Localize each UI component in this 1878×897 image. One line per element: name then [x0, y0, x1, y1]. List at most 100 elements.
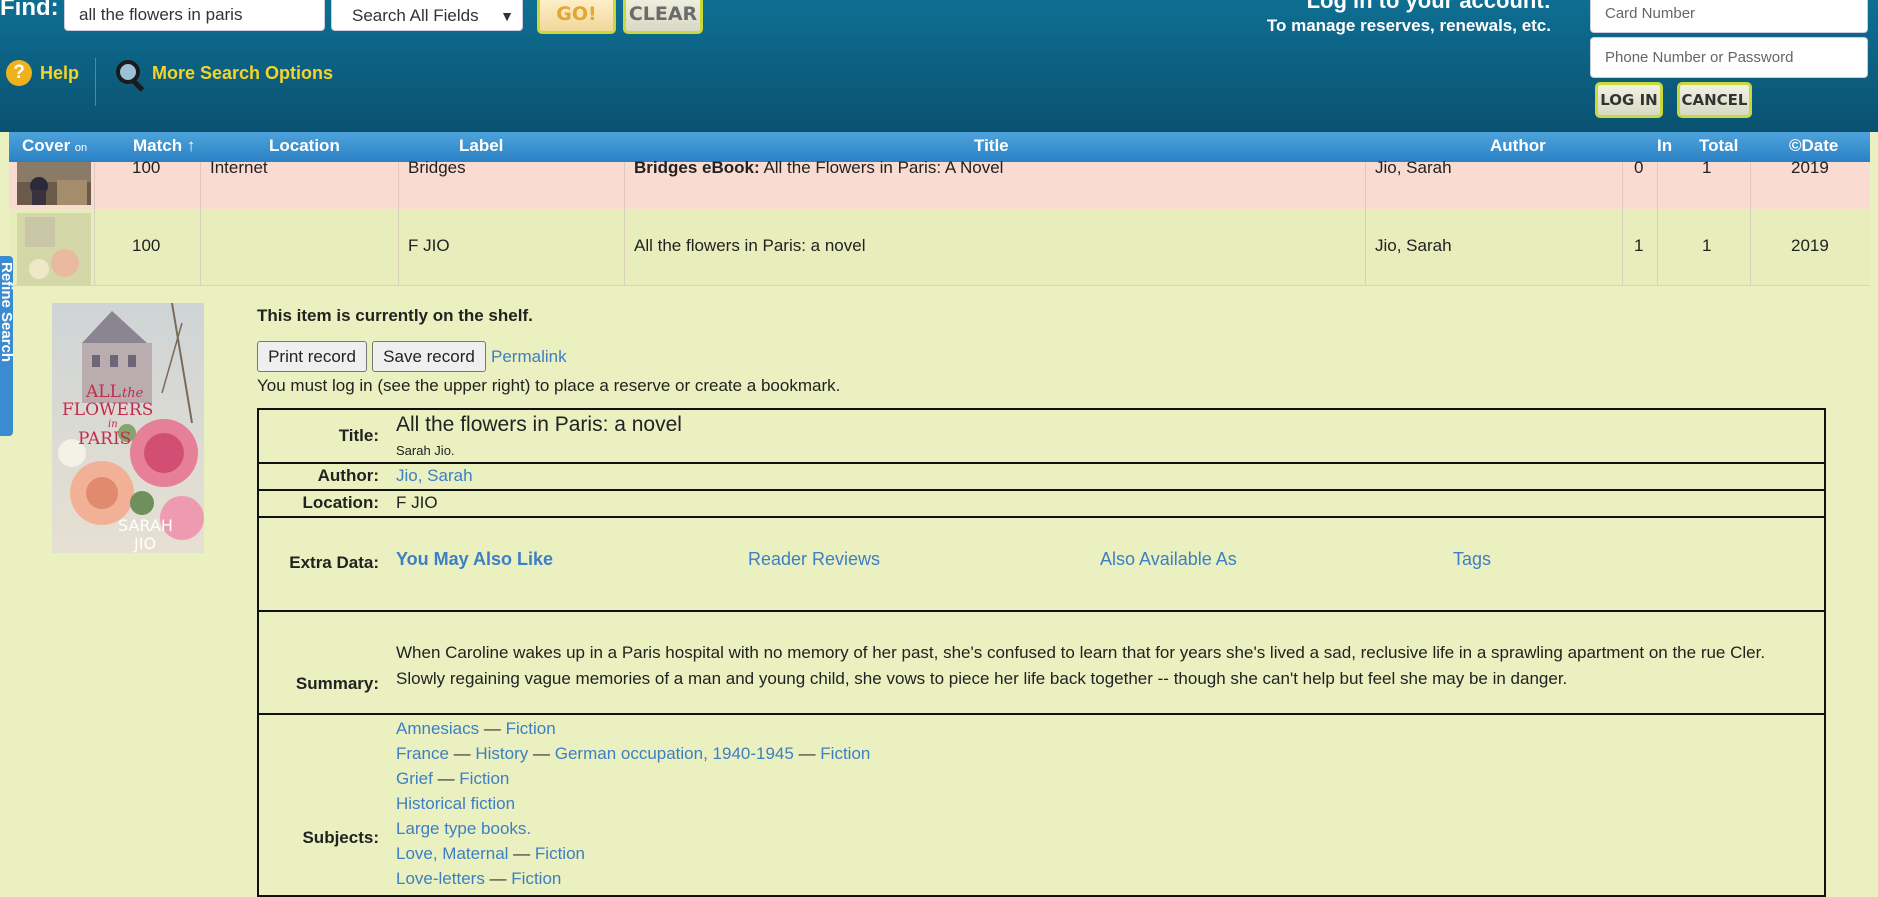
more-search-options-link[interactable]: More Search Options — [114, 58, 333, 88]
subject-heading: Historical fiction — [396, 791, 870, 816]
column-header-cover[interactable]: Cover on — [22, 136, 87, 156]
search-input[interactable]: all the flowers in paris — [64, 0, 325, 31]
column-header-location[interactable]: Location — [269, 136, 340, 156]
subject-separator: — — [793, 744, 821, 763]
record-row-summary: Summary: When Caroline wakes up in a Par… — [259, 612, 1824, 715]
help-link[interactable]: ? Help — [6, 60, 79, 86]
subject-link[interactable]: Love, Maternal — [396, 844, 508, 863]
subjects-label: Subjects: — [302, 828, 379, 847]
subject-link[interactable]: Historical fiction — [396, 794, 515, 813]
subject-separator: — — [484, 869, 512, 888]
row-title[interactable]: All the flowers in Paris: a novel — [634, 236, 866, 256]
you-may-also-like-tab[interactable]: You May Also Like — [396, 549, 553, 570]
subject-link[interactable]: France — [396, 744, 449, 763]
login-note: You must log in (see the upper right) to… — [257, 376, 841, 395]
subject-link[interactable]: Fiction — [820, 744, 870, 763]
subject-separator: — — [448, 744, 476, 763]
find-label: Find: — [0, 0, 59, 21]
row-total: 1 — [1702, 158, 1712, 177]
subject-link[interactable]: Fiction — [511, 869, 561, 888]
chevron-down-icon: ▼ — [500, 8, 514, 24]
password-field[interactable]: Phone Number or Password — [1590, 37, 1868, 78]
subject-heading: France — History — German occupation, 19… — [396, 741, 870, 766]
go-button[interactable]: GO! — [537, 0, 616, 34]
subject-link[interactable]: Grief — [396, 769, 433, 788]
subject-link[interactable]: Fiction — [535, 844, 585, 863]
subject-separator: — — [432, 769, 460, 788]
row-author: Jio, Sarah — [1375, 236, 1452, 255]
search-field-select[interactable]: Search All Fields ▼ — [331, 0, 523, 31]
book-cover-thumbnail[interactable] — [17, 213, 91, 285]
book-cover-image: ALL the FLOWERS in PARIS SARAH JIO — [52, 303, 204, 553]
table-row[interactable]: 100 Internet Bridges Bridges eBook: All … — [9, 158, 1870, 209]
column-header-author[interactable]: Author — [1490, 136, 1546, 156]
subject-heading: Love, Maternal — Fiction — [396, 841, 870, 866]
help-icon: ? — [6, 60, 32, 86]
row-in: 0 — [1634, 158, 1644, 177]
subject-link[interactable]: German occupation, 1940-1945 — [555, 744, 794, 763]
column-header-in[interactable]: In — [1657, 136, 1672, 156]
subject-link[interactable]: Fiction — [506, 719, 556, 738]
header-divider — [95, 58, 96, 106]
summary-label: Summary: — [295, 674, 379, 693]
column-header-title[interactable]: Title — [974, 136, 1009, 156]
clear-button[interactable]: CLEAR — [623, 0, 703, 34]
cover-title-line-1: ALL — [85, 382, 121, 402]
save-record-button[interactable]: Save record — [372, 341, 486, 372]
match-header-label: Match — [133, 136, 183, 155]
record-location: F JIO — [396, 493, 438, 512]
tags-tab[interactable]: Tags — [1453, 549, 1491, 570]
print-record-button[interactable]: Print record — [257, 341, 367, 372]
subject-link[interactable]: Love-letters — [396, 869, 485, 888]
record-row-title: Title: All the flowers in Paris: a novel… — [259, 410, 1824, 464]
column-header-label[interactable]: Label — [459, 136, 503, 156]
row-label: Bridges — [408, 158, 466, 177]
more-search-options-label: More Search Options — [152, 62, 334, 83]
subjects-list: Amnesiacs — Fiction France — History — Ge… — [396, 716, 870, 891]
column-header-date[interactable]: ©Date — [1789, 136, 1838, 156]
record-detail-table: Title: All the flowers in Paris: a novel… — [257, 408, 1826, 897]
subject-link[interactable]: Fiction — [459, 769, 509, 788]
record-row-location: Location: F JIO — [259, 491, 1824, 518]
subject-link[interactable]: Large type books. — [396, 819, 531, 838]
refine-search-label: Refine Search — [0, 262, 13, 363]
cancel-button[interactable]: CANCEL — [1677, 82, 1752, 118]
author-link[interactable]: Jio, Sarah — [396, 466, 473, 486]
cover-author-line-1: SARAH — [118, 516, 173, 535]
login-subtitle: To manage reserves, renewals, etc. — [1266, 16, 1551, 35]
summary-line: When Caroline wakes up in a Paris hospit… — [396, 643, 1766, 662]
subject-separator: — — [479, 719, 506, 738]
cover-on-toggle[interactable]: on — [75, 142, 87, 154]
subject-heading: Love-letters — Fiction — [396, 866, 870, 891]
column-header-match[interactable]: Match ↑ — [133, 136, 195, 156]
reader-reviews-tab[interactable]: Reader Reviews — [748, 549, 880, 570]
row-location: Internet — [210, 158, 268, 177]
row-in: 1 — [1634, 236, 1644, 255]
card-number-field[interactable]: Card Number — [1590, 0, 1868, 33]
permalink-link[interactable]: Permalink — [491, 347, 567, 367]
row-total: 1 — [1702, 236, 1712, 255]
cover-header-label: Cover — [22, 136, 71, 155]
also-available-as-tab[interactable]: Also Available As — [1100, 549, 1237, 570]
subject-link[interactable]: History — [475, 744, 528, 763]
book-cover-thumbnail[interactable] — [17, 162, 91, 205]
subject-separator: — — [528, 744, 555, 763]
login-button[interactable]: LOG IN — [1595, 82, 1663, 118]
title-label: Title: — [338, 426, 379, 445]
sort-arrow-icon: ↑ — [186, 136, 196, 155]
column-header-total[interactable]: Total — [1699, 136, 1738, 156]
extra-data-label: Extra Data: — [289, 553, 379, 572]
cover-title-line-3: FLOWERS — [62, 400, 153, 420]
subject-separator: — — [508, 844, 535, 863]
row-match: 100 — [132, 158, 161, 177]
table-row[interactable]: 100 F JIO All the flowers in Paris: a no… — [9, 209, 1870, 286]
login-heading: Log in to your account: — [1306, 0, 1551, 13]
record-row-subjects: Subjects: Amnesiacs — Fiction France — Hi… — [259, 715, 1824, 895]
magnifier-icon — [114, 58, 144, 88]
row-date: 2019 — [1791, 158, 1829, 177]
row-author: Jio, Sarah — [1375, 158, 1452, 177]
subject-link[interactable]: Amnesiacs — [396, 719, 479, 738]
cover-title-line-2: the — [122, 386, 144, 401]
row-title[interactable]: All the Flowers in Paris: A Novel — [763, 158, 1003, 177]
refine-search-tab[interactable]: Refine Search — [0, 256, 13, 436]
